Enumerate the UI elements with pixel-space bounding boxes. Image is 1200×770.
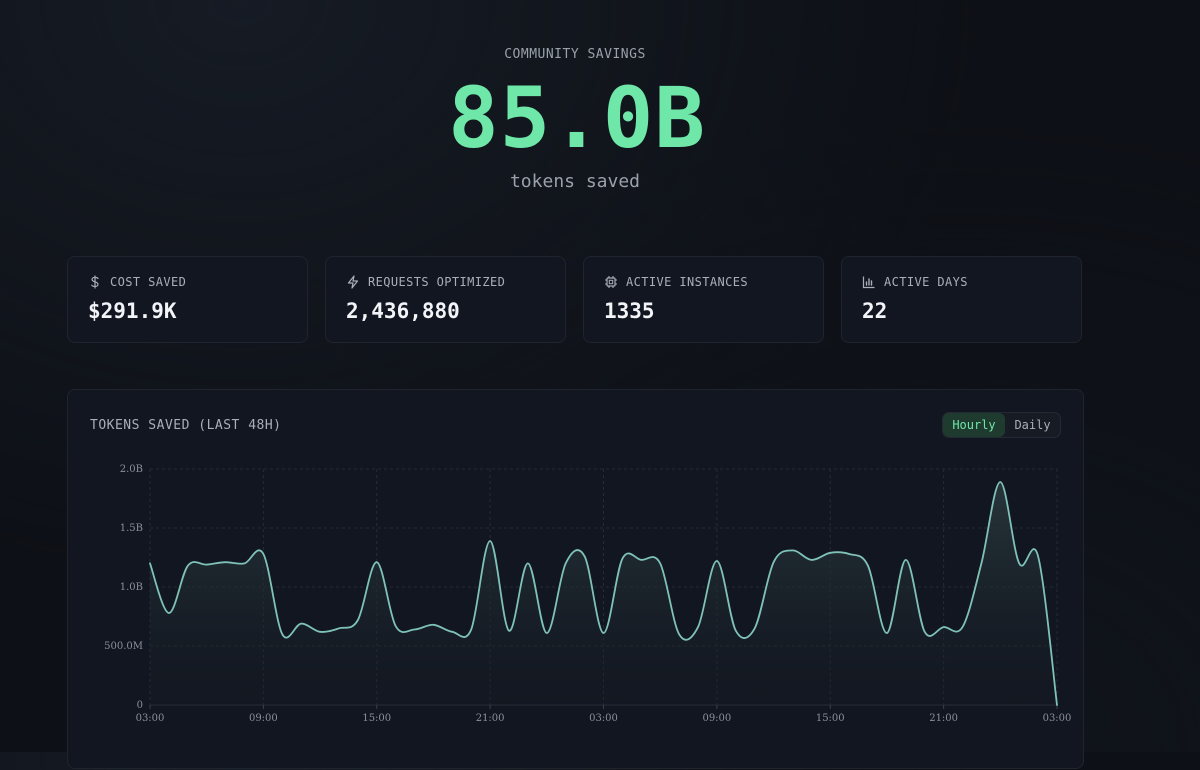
x-tick-label: 21:00 bbox=[476, 713, 505, 724]
series-area bbox=[150, 482, 1057, 705]
data-point bbox=[186, 564, 189, 567]
data-point bbox=[942, 626, 945, 629]
data-point bbox=[1037, 555, 1040, 558]
data-point bbox=[432, 623, 435, 626]
data-point bbox=[867, 564, 870, 567]
hero-value: 85.0B bbox=[448, 69, 706, 167]
x-tick-label: 21:00 bbox=[929, 713, 958, 724]
y-tick-label: 0 bbox=[137, 700, 143, 711]
data-point bbox=[356, 619, 359, 622]
data-point bbox=[715, 560, 718, 563]
stat-card-active-days: ACTIVE DAYS 22 bbox=[841, 256, 1082, 343]
stat-card-active-instances: ACTIVE INSTANCES 1335 bbox=[583, 256, 824, 343]
data-point bbox=[640, 558, 643, 561]
stat-label-row: ACTIVE DAYS bbox=[862, 275, 968, 289]
x-tick-label: 09:00 bbox=[249, 713, 278, 724]
tokens-saved-chart: 0 500.0M 1.0B 1.5B 2.0B 03:00 09:00 15:00 21:00 0… bbox=[104, 464, 1072, 724]
stats-row: COST SAVED $291.9K REQUESTS OPTIMIZED 2,… bbox=[67, 256, 1084, 345]
stat-value: 2,436,880 bbox=[346, 299, 460, 323]
data-point bbox=[167, 612, 170, 615]
y-tick-label: 1.5B bbox=[120, 523, 143, 534]
data-point bbox=[980, 562, 983, 565]
data-point bbox=[678, 633, 681, 636]
data-point bbox=[621, 557, 624, 560]
data-point bbox=[697, 626, 700, 629]
data-point bbox=[999, 481, 1002, 484]
data-point bbox=[848, 553, 851, 556]
data-point bbox=[451, 630, 454, 633]
data-point bbox=[243, 562, 246, 565]
stat-card-requests-optimized: REQUESTS OPTIMIZED 2,436,880 bbox=[325, 256, 566, 343]
x-tick-label: 03:00 bbox=[1043, 713, 1072, 724]
chart-card: TOKENS SAVED (LAST 48H) Hourly Daily 0 50… bbox=[67, 389, 1084, 769]
data-point bbox=[753, 627, 756, 630]
stat-label: ACTIVE INSTANCES bbox=[626, 275, 748, 289]
data-point bbox=[300, 622, 303, 625]
stat-value: 22 bbox=[862, 299, 888, 323]
data-point bbox=[149, 562, 152, 565]
bar-chart-icon bbox=[862, 276, 875, 289]
x-tick-label: 03:00 bbox=[589, 713, 618, 724]
data-point bbox=[885, 632, 888, 635]
data-point bbox=[508, 629, 511, 632]
stat-label: REQUESTS OPTIMIZED bbox=[368, 275, 506, 289]
x-tick-label: 09:00 bbox=[702, 713, 731, 724]
data-point bbox=[734, 629, 737, 632]
data-point bbox=[1056, 704, 1059, 707]
stat-label-row: REQUESTS OPTIMIZED bbox=[346, 275, 505, 289]
stat-label: COST SAVED bbox=[110, 275, 187, 289]
stat-label-row: ACTIVE INSTANCES bbox=[604, 275, 748, 289]
data-point bbox=[394, 624, 397, 627]
data-point bbox=[489, 540, 492, 543]
lightning-icon bbox=[347, 275, 359, 289]
hero-unit: tokens saved bbox=[509, 171, 641, 192]
data-point bbox=[791, 549, 794, 552]
x-tick-label: 03:00 bbox=[136, 713, 165, 724]
stat-value: 1335 bbox=[604, 299, 655, 323]
data-point bbox=[659, 562, 662, 565]
stat-label-row: COST SAVED bbox=[88, 275, 186, 289]
data-point bbox=[923, 630, 926, 633]
y-tick-label: 500.0M bbox=[104, 641, 143, 652]
data-point bbox=[904, 558, 907, 561]
stat-label: ACTIVE DAYS bbox=[884, 275, 968, 289]
data-point bbox=[413, 628, 416, 631]
data-point bbox=[772, 561, 775, 564]
data-point bbox=[470, 628, 473, 631]
data-point bbox=[602, 632, 605, 635]
dollar-icon bbox=[91, 275, 99, 289]
data-point bbox=[564, 562, 567, 565]
data-point bbox=[810, 558, 813, 561]
stat-card-cost-saved: COST SAVED $291.9K bbox=[67, 256, 308, 343]
data-point bbox=[829, 551, 832, 554]
data-point bbox=[1018, 562, 1021, 565]
data-point bbox=[526, 562, 529, 565]
data-point bbox=[262, 553, 265, 556]
stat-value: $291.9K bbox=[88, 299, 177, 323]
data-point bbox=[338, 627, 341, 630]
x-tick-label: 15:00 bbox=[816, 713, 845, 724]
y-tick-label: 2.0B bbox=[120, 464, 143, 475]
data-point bbox=[205, 563, 208, 566]
chip-icon bbox=[605, 276, 617, 288]
y-tick-label: 1.0B bbox=[120, 582, 143, 593]
hero-label: COMMUNITY SAVINGS bbox=[504, 47, 646, 62]
data-point bbox=[281, 633, 284, 636]
data-point bbox=[545, 632, 548, 635]
data-point bbox=[375, 561, 378, 564]
data-point bbox=[961, 626, 964, 629]
x-tick-label: 15:00 bbox=[362, 713, 391, 724]
data-point bbox=[583, 555, 586, 558]
data-point bbox=[319, 630, 322, 633]
data-point bbox=[224, 561, 227, 564]
